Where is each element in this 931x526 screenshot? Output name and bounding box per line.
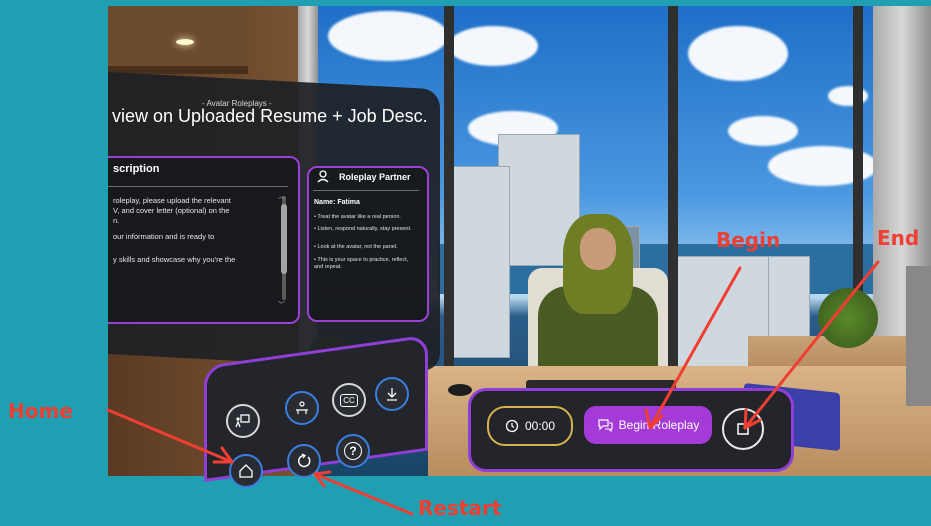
clock-icon [505, 419, 519, 433]
download-button[interactable] [375, 377, 409, 411]
mouse [448, 384, 472, 396]
partner-bullet: • Look at the avatar, not the panel. [314, 244, 398, 250]
description-line: y skills and showcase why you're the [113, 255, 236, 264]
presenter-button[interactable] [226, 404, 260, 438]
presenter-icon [235, 414, 250, 428]
monitor [906, 266, 931, 406]
home-icon [239, 464, 253, 478]
chevron-down-icon[interactable]: ﹀ [278, 300, 285, 310]
partner-bullet: • Listen, respond naturally, stay presen… [314, 226, 412, 232]
restart-button[interactable] [287, 444, 321, 478]
download-icon [387, 388, 397, 401]
divider [108, 186, 288, 187]
building [768, 256, 810, 348]
annotation-end: End [877, 226, 920, 250]
annotation-home: Home [8, 399, 73, 423]
people-table-icon [296, 401, 308, 414]
stop-icon [737, 423, 749, 435]
cloud [328, 11, 448, 61]
ceiling-light [176, 39, 194, 45]
description-heading: scription [113, 163, 160, 175]
description-line: our information and is ready to [113, 232, 215, 241]
bullet-text: Look at the avatar, not the panel. [317, 244, 398, 250]
avatar-settings-button[interactable] [285, 391, 319, 425]
timer-value: 00:00 [524, 419, 556, 433]
description-line: V, and cover letter (optional) on the [113, 206, 230, 215]
partner-name: Name: Fatima [314, 199, 360, 206]
bullet-text: Listen, respond naturally, stay present. [317, 226, 412, 232]
restart-icon [298, 453, 311, 468]
description-line: n. [113, 216, 120, 225]
begin-roleplay-label: Begin Roleplay [618, 418, 700, 432]
captions-button[interactable]: CC [332, 383, 366, 417]
chat-bubbles-icon [598, 419, 613, 432]
cloud [448, 26, 538, 66]
partner-heading: Roleplay Partner [339, 172, 411, 182]
arrow-restart [313, 472, 414, 516]
person-icon [317, 170, 329, 183]
scrollbar-thumb[interactable] [281, 204, 287, 274]
annotation-begin: Begin [716, 228, 781, 252]
partner-bullet: • This is your space to practice, reflec… [314, 257, 409, 270]
cloud [688, 26, 788, 81]
building [448, 166, 510, 358]
help-button[interactable]: ? [336, 434, 370, 468]
bullet-text: This is your space to practice, reflect,… [314, 257, 409, 270]
cc-icon: CC [340, 393, 358, 407]
cloud [728, 116, 798, 146]
annotation-restart: Restart [418, 496, 502, 520]
partner-bullet: • Treat the avatar like a real person. [314, 214, 401, 220]
plant [818, 288, 878, 348]
home-button[interactable] [229, 454, 263, 488]
avatar-face [580, 228, 616, 270]
bullet-text: Treat the avatar like a real person. [317, 214, 401, 220]
begin-roleplay-button[interactable]: Begin Roleplay [584, 406, 712, 444]
description-line: roleplay, please upload the relevant [113, 196, 231, 205]
question-icon: ? [344, 442, 362, 460]
divider [313, 190, 419, 191]
end-button[interactable] [722, 408, 764, 450]
session-timer: 00:00 [487, 406, 573, 446]
panel-title: view on Uploaded Resume + Job Desc. [112, 106, 428, 126]
chevron-up-icon[interactable]: ︿ [278, 191, 285, 201]
